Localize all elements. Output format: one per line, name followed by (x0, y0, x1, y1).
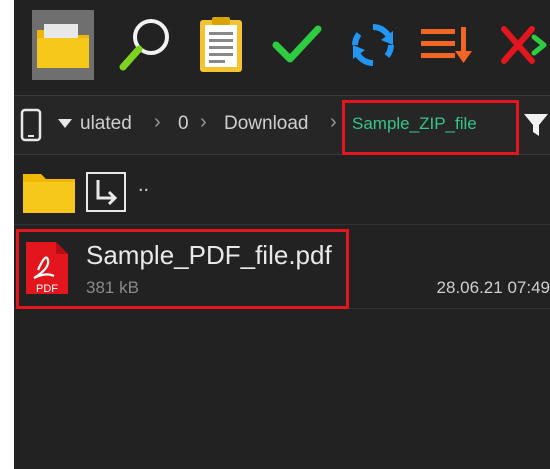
up-arrow-icon (86, 172, 126, 212)
clipboard-button[interactable] (190, 10, 252, 80)
file-date: 28.06.21 07:49 (436, 278, 550, 297)
checkmark-icon (272, 25, 322, 63)
clipboard-icon (200, 17, 242, 72)
close-button[interactable] (492, 10, 550, 80)
breadcrumb-item[interactable]: 0 (178, 113, 189, 135)
chevron-down-icon[interactable] (58, 119, 72, 129)
filter-icon[interactable] (524, 114, 548, 136)
highlight-box-file (16, 229, 349, 309)
breadcrumb-item[interactable]: Download (224, 113, 309, 135)
sort-icon (421, 27, 472, 63)
parent-folder-label: .. (138, 174, 150, 196)
toolbar (14, 0, 550, 90)
folder-button[interactable] (32, 10, 94, 80)
refresh-icon (352, 23, 394, 67)
breadcrumb-separator: › (154, 111, 161, 133)
close-icon (501, 26, 547, 64)
folder-icon (37, 24, 89, 68)
phone-icon[interactable] (20, 108, 42, 142)
breadcrumb-separator: › (330, 111, 337, 133)
search-button[interactable] (114, 10, 176, 80)
file-manager-app: ulated › 0 › Download › Sample_ZIP_file … (14, 0, 550, 469)
sort-button[interactable] (416, 10, 478, 80)
list-item-parent-folder[interactable]: .. (14, 160, 550, 225)
select-button[interactable] (266, 10, 328, 80)
highlight-box-current-folder (342, 100, 519, 155)
screenshot-frame: ulated › 0 › Download › Sample_ZIP_file … (0, 0, 550, 469)
search-icon (119, 19, 169, 71)
breadcrumb-separator: › (200, 111, 207, 133)
folder-icon (23, 174, 75, 213)
refresh-button[interactable] (342, 10, 404, 80)
breadcrumb-item[interactable]: ulated (80, 113, 132, 135)
